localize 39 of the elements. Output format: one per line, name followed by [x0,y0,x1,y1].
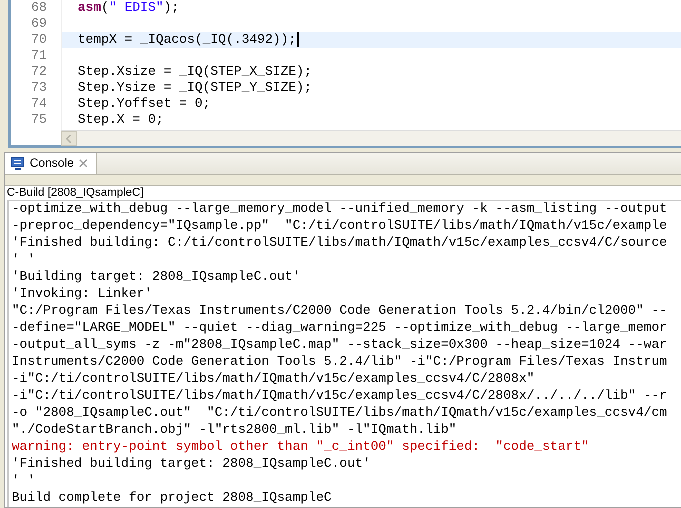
line-number: 74 [30,96,48,112]
console-line: -optimize_with_debug --large_memory_model --unified_memory -k --asm_listing --output [12,201,668,218]
console-line: Build complete for project 2808_IQsampleC [12,490,333,507]
line-number: 70 [30,32,48,48]
console-monitor-icon [11,156,25,170]
console-line: -preproc_dependency="IQsample.pp" "C:/ti/controlSUITE/libs/math/IQmath/v15c/example [12,218,668,235]
console-line: -i"C:/ti/controlSUITE/libs/math/IQmath/v15c/examples_ccsv4/C/2808x/../../../lib" --r [12,388,668,405]
console-line: -output_all_syms -z -m"2808_IQsampleC.map" --stack_size=0x300 --heap_size=1024 --war [12,337,668,354]
console-line: 'Invoking: Linker' [12,286,154,303]
warning-line: warning: entry-point symbol other than "_c_int00" specified: "code_start" [12,439,590,456]
console-line: "C:/Program Files/Texas Instruments/C2000 Code Generation Tools 5.2.4/bin/cl2000" -- [12,303,668,320]
console-line: -define="LARGE_MODEL" --quiet --diag_warning=225 --optimize_with_debug --large_memor [12,320,668,337]
line-number: 71 [30,48,48,64]
text-cursor [297,32,300,47]
console-line: Instruments/C2000 Code Generation Tools 5.2.4/lib" -i"C:/Program Files/Texas Instrum [12,354,668,371]
line-number: 73 [30,80,48,96]
line-number: 68 [30,0,48,16]
code-line: Step.Xsize = _IQ(STEP_X_SIZE); [78,64,312,80]
console-tab[interactable]: Console [5,153,98,174]
line-number: 72 [30,64,48,80]
code-line: Step.X = 0; [78,112,164,128]
console-line: 'Building target: 2808_IQsampleC.out' [12,269,302,286]
console-line: 'Finished building: C:/ti/controlSUITE/libs/math/IQmath/v15c/examples_ccsv4/C/source [12,235,668,252]
left-caret-icon [66,134,72,142]
close-icon[interactable] [79,158,88,168]
code-line: tempX = _IQacos(_IQ(.3492)); [78,32,296,48]
code-line: Step.Yoffset = 0; [78,96,211,112]
console-title: C-Build [2808_IQsampleC] [6,186,145,200]
console-line: "./CodeStartBranch.obj" -l"rts2800_ml.lib" -l"IQmath.lib" [12,422,458,439]
console-line: 'Finished building target: 2808_IQsampleC.out' [12,456,372,473]
code-line: asm(" EDIS"); [78,0,180,16]
console-line: -i"C:/ti/controlSUITE/libs/math/IQmath/v15c/examples_ccsv4/C/2808x" [12,371,536,388]
console-line: -o "2808_IQsampleC.out" "C:/ti/controlSUITE/libs/math/IQmath/v15c/examples_ccsv4/cm [12,405,668,422]
line-number: 69 [30,16,48,32]
scroll-left-button[interactable] [61,131,77,146]
console-line: ' ' [12,252,36,269]
console-line: ' ' [12,473,36,490]
line-number: 75 [30,112,48,128]
code-line: Step.Ysize = _IQ(STEP_Y_SIZE); [78,80,312,96]
